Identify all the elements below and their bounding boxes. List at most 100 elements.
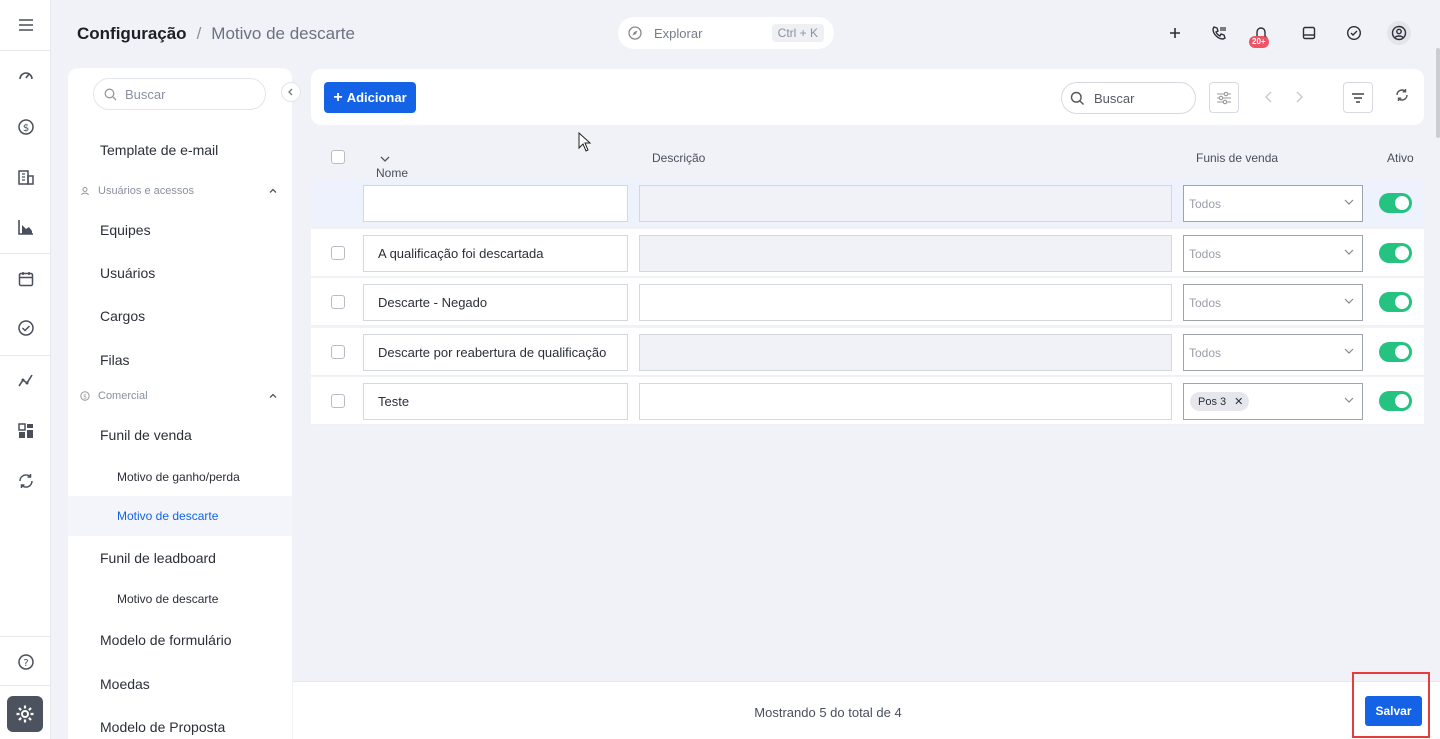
compass-icon	[628, 26, 642, 40]
rail-divider	[0, 685, 51, 686]
table-header: Nome Descrição Funis de venda Ativo	[311, 136, 1424, 180]
funnel-select[interactable]: Todos	[1183, 185, 1363, 222]
rail-divider	[0, 636, 51, 637]
sidebar-item-modelo-formulario[interactable]: Modelo de formulário	[100, 632, 232, 648]
sidebar-item-funil-venda[interactable]: Funil de venda	[100, 427, 192, 443]
sync-icon[interactable]	[13, 468, 39, 494]
chart-icon[interactable]	[13, 214, 39, 240]
table-row: Descarte - Negado Todos	[311, 278, 1424, 326]
funnel-select[interactable]: Todos	[1183, 235, 1363, 272]
page-title[interactable]: Configuração	[77, 24, 187, 43]
user-icon	[80, 186, 90, 196]
name-input[interactable]: A qualificação foi descartada	[363, 235, 628, 272]
breadcrumb-separator: /	[196, 24, 202, 43]
select-all-checkbox[interactable]	[331, 150, 345, 164]
refresh-icon[interactable]	[1395, 88, 1409, 102]
footer: Mostrando 5 do total de 4 Salvar	[293, 681, 1440, 739]
sidebar-item-motivo-descarte-active[interactable]: Motivo de descarte	[117, 509, 218, 523]
table-row: A qualificação foi descartada Todos	[311, 229, 1424, 277]
sidebar-item-motivo-ganho[interactable]: Motivo de ganho/perda	[117, 470, 240, 484]
table-search-input[interactable]: Buscar	[1061, 82, 1196, 114]
explore-label: Explorar	[654, 25, 703, 41]
column-active-header: Ativo	[1387, 151, 1414, 165]
row-checkbox[interactable]	[331, 394, 345, 408]
name-input[interactable]: Descarte - Negado	[363, 284, 628, 321]
top-bar: Configuração / Motivo de descarte Explorar…	[51, 0, 1440, 66]
sidebar-item-template-email[interactable]: Template de e-mail	[100, 142, 218, 158]
description-input[interactable]	[639, 185, 1172, 222]
chevron-down-icon	[1344, 297, 1354, 305]
row-checkbox[interactable]	[331, 345, 345, 359]
description-input[interactable]	[639, 284, 1172, 321]
dashboard-icon[interactable]	[13, 62, 39, 88]
avatar[interactable]	[1387, 21, 1411, 45]
task-check-icon[interactable]	[1343, 22, 1365, 44]
sidebar-section-users-label: Usuários e acessos	[98, 185, 194, 197]
chevron-right-icon[interactable]	[1295, 91, 1303, 103]
settings-sidebar: Buscar Template de e-mail Usuários e ace…	[68, 68, 292, 739]
sidebar-item-equipes[interactable]: Equipes	[100, 222, 151, 238]
funnel-select[interactable]: Pos 3 ✕	[1183, 383, 1363, 420]
column-settings-button[interactable]	[1209, 82, 1239, 113]
name-input[interactable]: Descarte por reabertura de qualificação	[363, 334, 628, 371]
toolbar: + Adicionar Buscar	[311, 69, 1424, 125]
sidebar-search-input[interactable]: Buscar	[93, 78, 266, 110]
sidebar-item-usuarios[interactable]: Usuários	[100, 265, 155, 281]
row-checkbox[interactable]	[331, 246, 345, 260]
sidebar-section-comercial[interactable]: $ Comercial	[80, 390, 278, 402]
name-input[interactable]: Teste	[363, 383, 628, 420]
sidebar-section-users[interactable]: Usuários e acessos	[80, 185, 278, 197]
active-toggle[interactable]	[1379, 243, 1412, 263]
breadcrumb: Configuração / Motivo de descarte	[77, 24, 355, 44]
pagination-summary: Mostrando 5 do total de 4	[754, 705, 902, 720]
sidebar-item-funil-leadboard[interactable]: Funil de leadboard	[100, 550, 216, 566]
add-button[interactable]: + Adicionar	[324, 82, 416, 113]
svg-text:?: ?	[23, 658, 28, 669]
sidebar-item-moedas[interactable]: Moedas	[100, 676, 150, 692]
sidebar-item-leadboard-motivo-descarte[interactable]: Motivo de descarte	[117, 592, 218, 606]
sidebar-item-modelo-proposta[interactable]: Modelo de Proposta	[100, 719, 225, 735]
sidebar-item-cargos[interactable]: Cargos	[100, 308, 145, 324]
column-name-header[interactable]: Nome	[376, 151, 408, 180]
menu-icon[interactable]	[13, 12, 39, 38]
description-input[interactable]	[639, 235, 1172, 272]
help-icon[interactable]: ?	[13, 649, 39, 675]
sidebar-item-filas[interactable]: Filas	[100, 352, 130, 368]
collapse-sidebar-button[interactable]	[281, 82, 301, 102]
rail-divider	[0, 355, 51, 356]
chevron-left-icon[interactable]	[1265, 91, 1273, 103]
name-input[interactable]	[363, 185, 628, 222]
apps-icon[interactable]	[13, 418, 39, 444]
check-circle-icon[interactable]	[13, 315, 39, 341]
dollar-icon[interactable]: $	[13, 114, 39, 140]
settings-icon[interactable]	[7, 696, 43, 732]
funnel-select[interactable]: Todos	[1183, 284, 1363, 321]
description-input[interactable]	[639, 334, 1172, 371]
active-toggle[interactable]	[1379, 391, 1412, 411]
active-toggle[interactable]	[1379, 292, 1412, 312]
filter-button[interactable]	[1343, 82, 1373, 113]
notification-badge: 20+	[1249, 36, 1269, 48]
explore-search[interactable]: Explorar Ctrl + K	[618, 17, 834, 49]
table-search-placeholder: Buscar	[1094, 90, 1135, 106]
inbox-icon[interactable]	[1298, 22, 1320, 44]
active-toggle[interactable]	[1379, 342, 1412, 362]
funnel-select-value: Todos	[1189, 345, 1222, 360]
chevron-down-icon	[380, 156, 390, 162]
funnel-chip-label: Pos 3	[1198, 395, 1227, 408]
building-icon[interactable]	[13, 164, 39, 190]
explore-shortcut: Ctrl + K	[771, 24, 824, 42]
close-icon[interactable]: ✕	[1234, 395, 1243, 408]
active-toggle[interactable]	[1379, 193, 1412, 213]
rail-divider	[0, 253, 51, 254]
sidebar-search-placeholder: Buscar	[125, 86, 166, 102]
phone-icon[interactable]	[1208, 22, 1230, 44]
calendar-icon[interactable]	[13, 266, 39, 292]
description-input[interactable]	[639, 383, 1172, 420]
plus-icon[interactable]	[1164, 22, 1186, 44]
funnel-select[interactable]: Todos	[1183, 334, 1363, 371]
row-checkbox[interactable]	[331, 295, 345, 309]
funnel-chip: Pos 3 ✕	[1190, 392, 1250, 411]
trend-icon[interactable]	[13, 367, 39, 393]
svg-text:$: $	[23, 123, 29, 134]
